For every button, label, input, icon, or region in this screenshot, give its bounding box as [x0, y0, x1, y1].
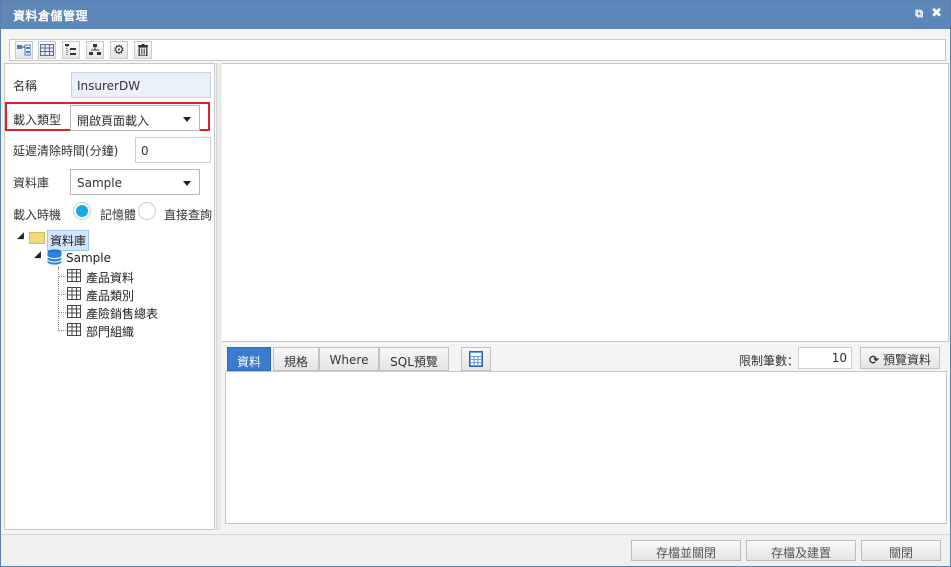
radio-memory-label: 記憶體 — [100, 208, 137, 222]
load-type-label: 載入類型 — [13, 113, 62, 127]
tab-sql-preview[interactable]: SQL預覽 — [379, 347, 449, 371]
name-label: 名稱 — [13, 79, 38, 93]
database-select[interactable]: Sample — [70, 169, 200, 195]
load-type-value: 開啟頁面載入 — [77, 114, 150, 128]
tree-table-item[interactable]: 產險銷售總表 — [86, 305, 158, 322]
spreadsheet-icon — [469, 351, 483, 367]
gear-icon: ⚙ — [113, 42, 125, 58]
tree-line — [58, 276, 66, 277]
table-icon — [67, 269, 81, 282]
tab-data[interactable]: 資料 — [227, 347, 271, 371]
folder-icon — [29, 232, 45, 244]
tree-root-label[interactable]: 資料庫 — [47, 230, 90, 251]
export-button[interactable] — [461, 347, 491, 371]
database-icon — [47, 249, 62, 265]
table-icon — [67, 323, 81, 336]
trash-icon — [138, 44, 148, 56]
chevron-down-icon — [183, 181, 191, 186]
restore-icon[interactable]: ⧉ — [915, 6, 923, 22]
table-button[interactable] — [38, 41, 56, 59]
settings-button[interactable]: ⚙ — [110, 41, 128, 59]
tree-table-item[interactable]: 產品類別 — [86, 287, 134, 304]
tree-button[interactable] — [62, 41, 80, 59]
save-close-button[interactable]: 存檔並關閉 — [631, 540, 741, 561]
tree-table-item[interactable]: 產品資料 — [86, 269, 134, 286]
expand-icon[interactable]: ◢ — [17, 231, 24, 241]
table-icon — [40, 44, 54, 56]
title-buttons: ⧉ ✖ — [915, 6, 942, 22]
name-field: InsurerDW — [71, 72, 211, 98]
title-bar: 資料倉儲管理 ⧉ ✖ — [1, 1, 950, 29]
window-title: 資料倉儲管理 — [13, 9, 89, 23]
chevron-down-icon — [183, 117, 191, 122]
tree-db-label[interactable]: Sample — [66, 251, 111, 265]
dialog-window: 資料倉儲管理 ⧉ ✖ ⚙ 名稱 InsurerDW 載入類型 開啟頁面載入 延遲… — [0, 0, 951, 567]
close-icon[interactable]: ✖ — [931, 6, 942, 22]
load-type-select[interactable]: 開啟頁面載入 — [70, 105, 200, 131]
table-icon — [67, 305, 81, 318]
delay-label: 延遲清除時間(分鐘) — [13, 144, 119, 158]
limit-input[interactable]: 10 — [798, 347, 852, 369]
data-preview-area — [225, 371, 947, 524]
radio-memory[interactable] — [73, 202, 91, 220]
tab-where[interactable]: Where — [319, 347, 379, 371]
hierarchy-icon — [89, 44, 101, 55]
tree-line — [58, 312, 66, 313]
expand-icon[interactable]: ◢ — [34, 250, 41, 260]
design-canvas[interactable] — [222, 63, 949, 342]
radio-direct[interactable] — [138, 202, 156, 220]
delete-button[interactable] — [134, 41, 152, 59]
hierarchy-button[interactable] — [86, 41, 104, 59]
tree-line — [58, 294, 66, 295]
radio-direct-label: 直接查詢 — [164, 208, 213, 222]
limit-label: 限制筆數： — [739, 354, 800, 368]
database-value: Sample — [77, 176, 122, 190]
load-timing-label: 載入時機 — [13, 208, 62, 222]
preview-data-button[interactable]: ⟳ 預覽資料 — [860, 347, 940, 369]
preview-data-label: 預覽資料 — [882, 353, 931, 367]
field-map-button[interactable] — [15, 41, 33, 59]
refresh-icon: ⟳ — [869, 353, 880, 367]
tab-spec[interactable]: 規格 — [273, 347, 319, 371]
tree-line — [58, 330, 66, 331]
toolbar: ⚙ — [9, 39, 946, 61]
field-map-icon — [17, 44, 31, 56]
tree-icon — [65, 44, 76, 55]
table-icon — [67, 287, 81, 300]
panel-splitter[interactable] — [216, 63, 221, 530]
save-build-button[interactable]: 存檔及建置 — [746, 540, 856, 561]
tree-table-item[interactable]: 部門組織 — [86, 323, 134, 340]
delay-input[interactable]: 0 — [135, 137, 211, 163]
database-label: 資料庫 — [13, 176, 50, 190]
footer: 存檔並關閉 存檔及建置 關閉 — [1, 534, 950, 566]
close-button[interactable]: 關閉 — [861, 540, 941, 561]
